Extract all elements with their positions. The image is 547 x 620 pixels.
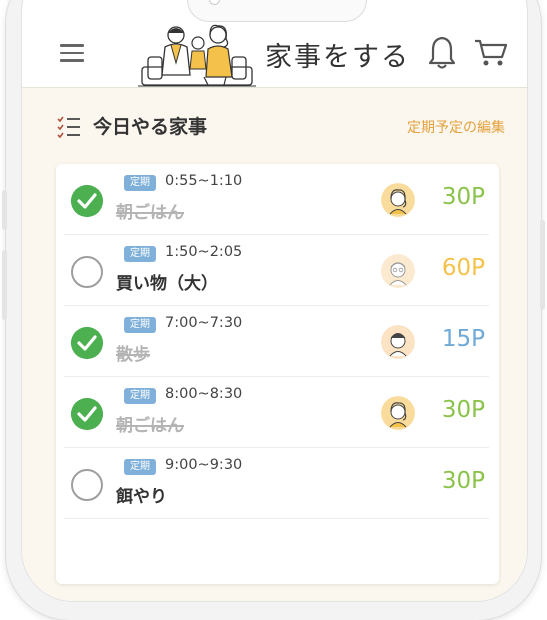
- recurring-tag: 定期: [124, 175, 156, 191]
- row-divider: [64, 518, 489, 519]
- points: 30P: [441, 184, 485, 210]
- chore-name: 買い物（大）: [116, 274, 218, 294]
- check-done-icon[interactable]: [71, 398, 103, 430]
- chore-row[interactable]: 定期 9:00~9:30 餌やり 30P: [56, 448, 499, 519]
- grandpa-avatar: [381, 254, 415, 288]
- section-title: 今日やる家事: [93, 116, 208, 138]
- check-empty-icon[interactable]: [71, 256, 103, 288]
- recurring-tag: 定期: [124, 246, 156, 262]
- chore-name: 朝ごはん: [116, 203, 184, 223]
- checklist-icon: [57, 116, 80, 139]
- check-done-icon[interactable]: [71, 185, 103, 217]
- check-empty-icon[interactable]: [71, 469, 103, 501]
- chore-time: 8:00~8:30: [165, 386, 243, 402]
- points: 30P: [441, 397, 485, 423]
- chore-row[interactable]: 定期 1:50~2:05 買い物（大） 60P: [56, 235, 499, 306]
- side-button: [2, 250, 7, 320]
- points: 60P: [441, 255, 485, 281]
- man-avatar: [381, 325, 415, 359]
- chore-time: 7:00~7:30: [165, 315, 243, 331]
- chore-name: 朝ごはん: [116, 416, 184, 436]
- recurring-tag: 定期: [124, 317, 156, 333]
- phone-notch: [187, 0, 367, 22]
- phone-screen: 家事をする 今日やる家事 定期予定の編集 定期 0:55~1:10 朝ごはん 3…: [21, 0, 528, 602]
- cart-icon[interactable]: [474, 38, 508, 68]
- bell-icon[interactable]: [427, 35, 457, 69]
- check-done-icon[interactable]: [71, 327, 103, 359]
- side-button: [2, 190, 7, 230]
- chore-name: 散歩: [116, 345, 150, 365]
- chore-time: 0:55~1:10: [165, 173, 243, 189]
- hamburger-icon[interactable]: [60, 44, 84, 64]
- phone-frame: 家事をする 今日やる家事 定期予定の編集 定期 0:55~1:10 朝ごはん 3…: [2, 0, 545, 620]
- points: 30P: [441, 468, 485, 494]
- woman-avatar: [381, 183, 415, 217]
- chore-row[interactable]: 定期 7:00~7:30 散歩 15P: [56, 306, 499, 377]
- main-content: 今日やる家事 定期予定の編集 定期 0:55~1:10 朝ごはん 30P 定期 …: [22, 88, 527, 601]
- page-title: 家事をする: [265, 42, 410, 73]
- chore-list: 定期 0:55~1:10 朝ごはん 30P 定期 1:50~2:05 買い物（大…: [56, 164, 499, 584]
- app-header: 家事をする: [22, 23, 527, 88]
- woman-avatar: [381, 396, 415, 430]
- family-illustration: [138, 24, 256, 87]
- chore-row[interactable]: 定期 0:55~1:10 朝ごはん 30P: [56, 164, 499, 235]
- chore-name: 餌やり: [116, 487, 167, 507]
- side-button: [540, 220, 545, 310]
- section-header: 今日やる家事 定期予定の編集: [57, 112, 505, 142]
- recurring-tag: 定期: [124, 459, 156, 475]
- camera-icon: [209, 0, 220, 5]
- edit-schedule-link[interactable]: 定期予定の編集: [407, 117, 505, 137]
- chore-time: 9:00~9:30: [165, 457, 243, 473]
- points: 15P: [441, 326, 485, 352]
- recurring-tag: 定期: [124, 388, 156, 404]
- chore-time: 1:50~2:05: [165, 244, 243, 260]
- chore-row[interactable]: 定期 8:00~8:30 朝ごはん 30P: [56, 377, 499, 448]
